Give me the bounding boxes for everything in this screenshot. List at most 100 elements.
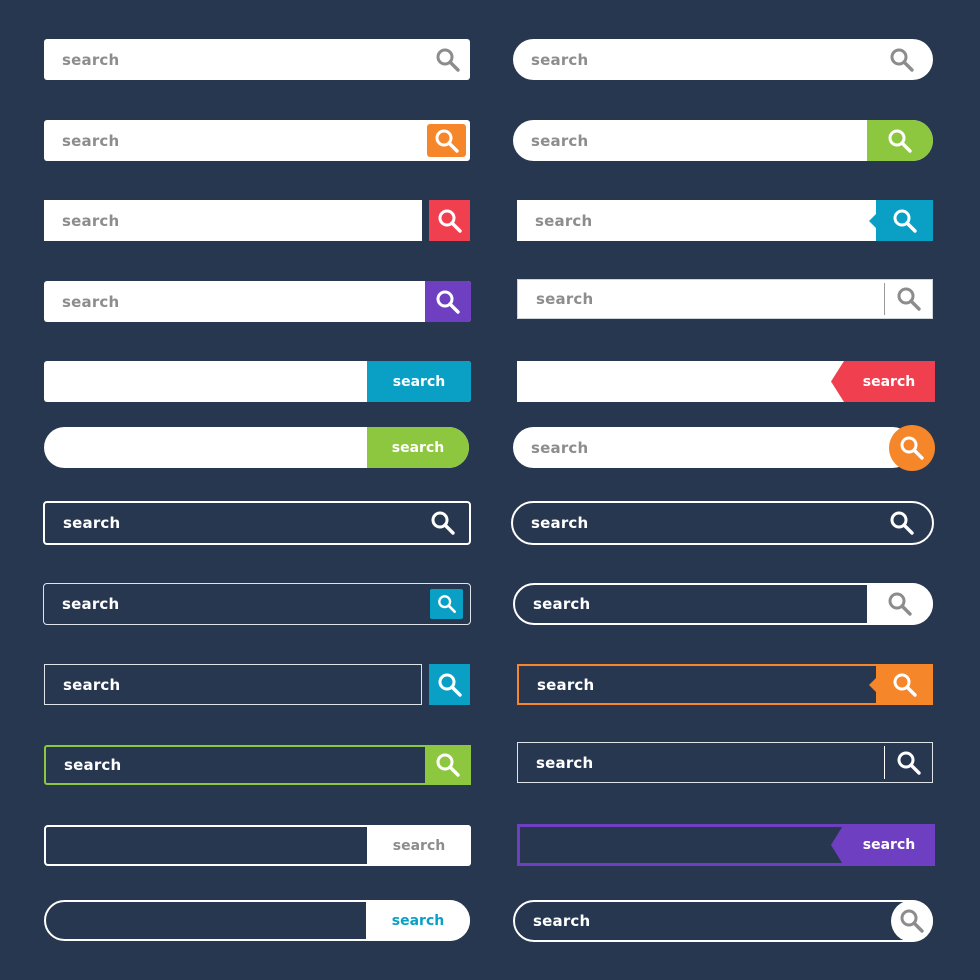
search-input[interactable] bbox=[538, 827, 825, 863]
search-placeholder: search bbox=[535, 211, 593, 230]
search-button[interactable] bbox=[429, 200, 470, 241]
search-bar: search bbox=[44, 825, 471, 866]
search-placeholder: search bbox=[63, 514, 121, 532]
search-input[interactable]: search bbox=[63, 665, 427, 704]
search-placeholder: search bbox=[533, 912, 591, 930]
search-bar: search bbox=[44, 281, 471, 322]
search-input[interactable] bbox=[535, 361, 831, 402]
search-icon bbox=[437, 595, 456, 613]
search-button[interactable] bbox=[425, 745, 471, 785]
search-button[interactable] bbox=[869, 664, 933, 705]
search-bar: search bbox=[517, 361, 935, 402]
search-bar: search bbox=[43, 583, 471, 625]
search-icon bbox=[438, 673, 462, 697]
search-icon bbox=[436, 290, 460, 314]
search-icon bbox=[435, 129, 459, 153]
search-button[interactable] bbox=[879, 39, 925, 80]
search-icon bbox=[900, 909, 924, 933]
search-input[interactable]: search bbox=[62, 120, 427, 161]
search-placeholder: search bbox=[62, 131, 120, 150]
search-button[interactable] bbox=[891, 900, 933, 942]
search-placeholder: search bbox=[62, 292, 120, 311]
search-button-label: search bbox=[391, 439, 445, 456]
search-button[interactable]: search bbox=[831, 824, 935, 866]
search-button[interactable]: search bbox=[366, 900, 470, 941]
search-input[interactable]: search bbox=[536, 280, 883, 318]
search-button[interactable]: search bbox=[367, 361, 471, 402]
search-bar: search bbox=[517, 742, 933, 783]
search-button[interactable] bbox=[889, 425, 935, 471]
search-icon bbox=[888, 592, 912, 616]
search-icon bbox=[890, 511, 914, 535]
search-input[interactable]: search bbox=[531, 39, 879, 80]
search-icon bbox=[890, 48, 914, 72]
search-button[interactable]: search bbox=[367, 427, 469, 468]
search-input[interactable]: search bbox=[533, 585, 863, 623]
search-bar: search bbox=[44, 200, 470, 241]
search-button[interactable] bbox=[885, 742, 933, 783]
search-bar: search bbox=[513, 39, 933, 80]
search-input[interactable]: search bbox=[62, 281, 425, 322]
search-icon bbox=[436, 48, 460, 72]
search-placeholder: search bbox=[62, 595, 120, 613]
search-placeholder: search bbox=[537, 675, 595, 694]
search-button-label: search bbox=[392, 373, 446, 390]
search-icon bbox=[897, 287, 921, 311]
search-placeholder: search bbox=[64, 756, 122, 774]
search-placeholder: search bbox=[62, 50, 120, 69]
search-bar: search bbox=[44, 361, 471, 402]
search-input[interactable]: search bbox=[535, 200, 876, 241]
search-button[interactable] bbox=[426, 39, 470, 80]
search-input[interactable]: search bbox=[533, 902, 887, 940]
search-button-label: search bbox=[391, 912, 445, 929]
search-placeholder: search bbox=[533, 595, 591, 613]
search-button[interactable] bbox=[427, 124, 466, 157]
search-button-label: search bbox=[392, 837, 446, 854]
search-input[interactable]: search bbox=[62, 200, 429, 241]
search-bar: search bbox=[513, 583, 933, 625]
search-input[interactable] bbox=[64, 827, 363, 864]
search-placeholder: search bbox=[536, 753, 594, 772]
search-button[interactable] bbox=[425, 281, 471, 322]
search-button-label: search bbox=[862, 373, 916, 390]
search-placeholder: search bbox=[531, 514, 589, 532]
search-input[interactable]: search bbox=[62, 39, 426, 80]
search-bar: search bbox=[43, 501, 471, 545]
search-bar: search bbox=[513, 425, 935, 471]
search-input[interactable]: search bbox=[531, 503, 875, 543]
search-icon bbox=[431, 511, 455, 535]
search-icon bbox=[438, 209, 462, 233]
search-bar: search bbox=[44, 39, 470, 80]
search-button[interactable] bbox=[885, 279, 933, 319]
search-button[interactable] bbox=[429, 664, 470, 705]
search-button[interactable] bbox=[867, 120, 933, 161]
search-placeholder: search bbox=[62, 211, 120, 230]
search-button[interactable]: search bbox=[831, 361, 935, 402]
search-input[interactable]: search bbox=[537, 666, 872, 703]
search-input[interactable] bbox=[64, 902, 362, 939]
search-button[interactable] bbox=[869, 200, 933, 241]
search-bar: search bbox=[44, 427, 469, 468]
search-input[interactable]: search bbox=[62, 584, 428, 624]
search-button[interactable] bbox=[867, 583, 933, 625]
search-bar: search bbox=[517, 279, 933, 319]
search-bar: search bbox=[517, 824, 935, 866]
search-button-label: search bbox=[862, 837, 916, 853]
search-placeholder: search bbox=[531, 131, 589, 150]
search-button[interactable]: search bbox=[367, 825, 471, 866]
search-input[interactable] bbox=[62, 361, 367, 402]
search-button[interactable] bbox=[879, 503, 925, 543]
search-input[interactable]: search bbox=[531, 120, 867, 161]
button-notch bbox=[869, 677, 876, 692]
search-placeholder: search bbox=[63, 675, 121, 694]
search-placeholder: search bbox=[531, 50, 589, 69]
search-input[interactable]: search bbox=[536, 743, 883, 782]
search-input[interactable]: search bbox=[64, 747, 421, 783]
search-button[interactable] bbox=[430, 589, 463, 619]
search-input[interactable]: search bbox=[531, 427, 889, 468]
search-input[interactable] bbox=[62, 427, 367, 468]
search-button[interactable] bbox=[421, 503, 465, 543]
search-bar: search bbox=[511, 501, 934, 545]
button-notch bbox=[869, 213, 876, 228]
search-input[interactable]: search bbox=[63, 503, 417, 543]
